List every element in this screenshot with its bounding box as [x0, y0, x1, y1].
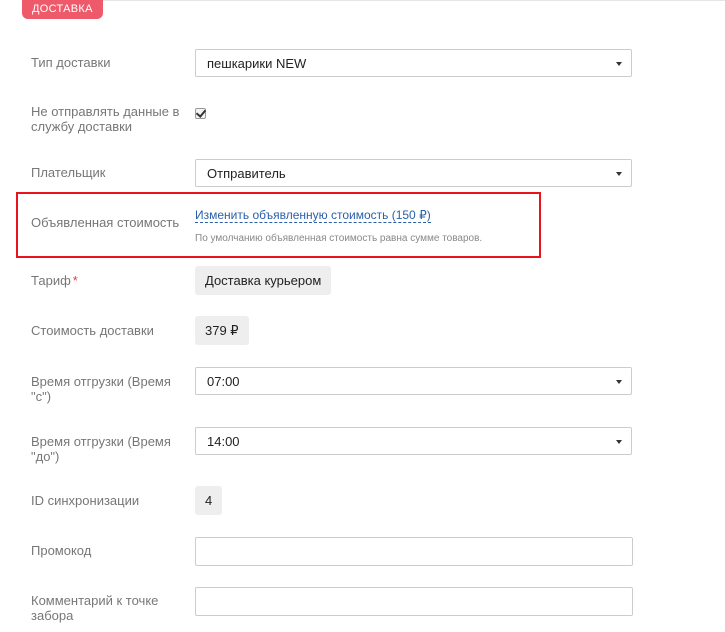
promo-input[interactable] — [195, 537, 633, 566]
sync-id-label: ID синхронизации — [31, 493, 140, 508]
ship-time-to-select[interactable]: 14:00 — [195, 427, 632, 455]
section-tab-delivery: ДОСТАВКА — [22, 0, 103, 19]
pickup-comment-label: Комментарий к точке забора — [31, 593, 159, 623]
required-mark: * — [72, 273, 78, 288]
checkmark-icon — [195, 107, 207, 118]
payer-select[interactable]: Отправитель — [195, 159, 632, 187]
ship-time-to-value: 14:00 — [207, 434, 240, 449]
tariff-label-text: Тариф — [31, 273, 71, 288]
ship-time-from-value: 07:00 — [207, 374, 240, 389]
top-border — [22, 0, 725, 1]
delivery-cost-label: Стоимость доставки — [31, 323, 154, 338]
tariff-value: Доставка курьером — [195, 266, 332, 295]
change-declared-value-link[interactable]: Изменить объявленную стоимость (150 ₽) — [195, 208, 431, 223]
ship-time-from-select[interactable]: 07:00 — [195, 367, 632, 395]
delivery-type-label: Тип доставки — [31, 55, 111, 70]
ship-time-from-label: Время отгрузки (Время "с") — [31, 374, 171, 404]
pickup-comment-input[interactable] — [195, 587, 633, 616]
delivery-cost-value: 379 ₽ — [195, 316, 249, 345]
declared-value-label: Объявленная стоимость — [31, 215, 180, 230]
sync-id-value: 4 — [195, 486, 223, 515]
payer-label: Плательщик — [31, 165, 106, 180]
payer-value: Отправитель — [207, 166, 286, 181]
no-send-checkbox[interactable] — [195, 107, 207, 119]
delivery-type-value: пешкарики NEW — [207, 56, 307, 71]
promo-label: Промокод — [31, 543, 92, 558]
chevron-down-icon — [616, 440, 622, 444]
delivery-type-select[interactable]: пешкарики NEW — [195, 49, 632, 77]
chevron-down-icon — [616, 380, 622, 384]
declared-value-hint: По умолчанию объявленная стоимость равна… — [195, 233, 483, 244]
chevron-down-icon — [616, 172, 622, 176]
tariff-label: Тариф * — [31, 273, 191, 288]
chevron-down-icon — [616, 62, 622, 66]
ship-time-to-label: Время отгрузки (Время "до") — [31, 434, 171, 464]
no-send-label: Не отправлять данные в службу доставки — [31, 104, 180, 134]
